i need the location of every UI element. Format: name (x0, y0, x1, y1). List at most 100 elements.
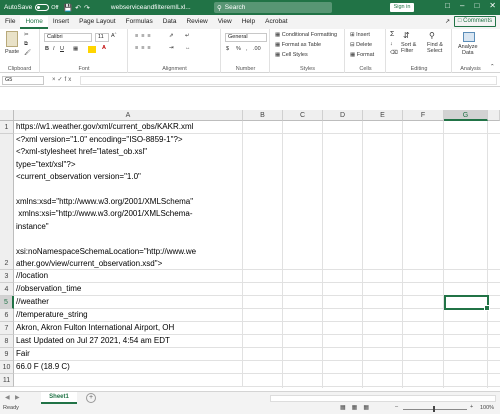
underline-icon[interactable]: U (60, 46, 64, 52)
enter-icon[interactable]: ✓ (58, 77, 65, 83)
row-header-9[interactable]: 9 (0, 348, 14, 361)
number-format-select[interactable]: General (225, 33, 267, 42)
sort-filter-label[interactable]: Sort & Filter (401, 42, 416, 54)
format-as-table-button[interactable]: ▦ Format as Table (275, 42, 321, 48)
cell-a4[interactable]: //observation_time (14, 283, 243, 296)
zoom-out-icon[interactable]: – (395, 404, 398, 410)
view-mode-icons[interactable]: ▦▦▦ (340, 404, 375, 411)
copy-icon[interactable]: ⧉ (24, 41, 28, 48)
row-header-7[interactable]: 7 (0, 322, 14, 335)
empty-cells-grid[interactable] (243, 121, 500, 388)
paste-label[interactable]: Paste (5, 49, 19, 55)
clear-icon[interactable]: ⌫ (390, 50, 398, 56)
tab-help[interactable]: Help (237, 16, 260, 29)
insert-button[interactable]: ⊞ Insert (350, 32, 370, 38)
zoom-level[interactable]: 100% (480, 405, 494, 411)
merge-center-icon[interactable]: ↔ (185, 45, 191, 51)
column-header-e[interactable]: E (363, 110, 403, 121)
column-header-h[interactable] (488, 110, 500, 121)
sheet-tab-sheet1[interactable]: Sheet1 (41, 392, 77, 404)
horizontal-align-icons[interactable]: ≡≡≡ (135, 45, 154, 51)
conditional-formatting-button[interactable]: ▦ Conditional Formatting (275, 32, 337, 38)
row-header-11[interactable]: 11 (0, 374, 14, 387)
cell-a1[interactable]: https://w1.weather.gov/xml/current_obs/K… (14, 121, 243, 134)
analyze-data-label[interactable]: Analyze Data (458, 44, 478, 56)
ribbon-display-icon[interactable]: □ (445, 1, 450, 10)
selected-cell-g5[interactable] (444, 295, 490, 311)
tab-formulas[interactable]: Formulas (121, 16, 158, 29)
comma-icon[interactable]: , (246, 46, 248, 52)
sign-in-button[interactable]: Sign in (390, 3, 414, 12)
tab-insert[interactable]: Insert (48, 16, 74, 29)
cell-a5[interactable]: //weather (14, 296, 243, 309)
add-sheet-button[interactable]: + (86, 393, 96, 403)
grow-font-icon[interactable]: Aˆ (111, 33, 117, 39)
column-header-f[interactable]: F (403, 110, 444, 121)
close-icon[interactable]: ✕ (489, 1, 496, 10)
tab-review[interactable]: Review (181, 16, 212, 29)
font-color-icon[interactable]: A (102, 45, 106, 51)
tab-acrobat[interactable]: Acrobat (260, 16, 292, 29)
zoom-in-icon[interactable]: + (470, 404, 473, 410)
column-header-b[interactable]: B (243, 110, 283, 121)
column-header-c[interactable]: C (283, 110, 323, 121)
italic-icon[interactable]: I (53, 46, 55, 52)
orientation-icon[interactable]: ⇗ (169, 33, 174, 39)
wrap-text-icon[interactable]: ↵ (185, 33, 190, 39)
cell-a6[interactable]: //temperature_string (14, 309, 243, 322)
percent-icon[interactable]: % (236, 46, 241, 52)
minimize-icon[interactable]: – (460, 1, 464, 10)
name-box[interactable]: G5 (2, 76, 44, 85)
prev-sheet-icon[interactable]: ◀ (5, 394, 10, 401)
fx-icon[interactable]: fx (65, 77, 74, 83)
tab-view[interactable]: View (213, 16, 237, 29)
find-select-icon[interactable]: ⚲ (429, 31, 435, 40)
comments-button[interactable]: □ Comments (454, 16, 496, 27)
maximize-icon[interactable]: □ (474, 1, 479, 10)
row-header-1[interactable]: 1 (0, 121, 14, 134)
cut-icon[interactable]: ✂ (24, 32, 29, 38)
tab-data[interactable]: Data (158, 16, 182, 29)
tab-home[interactable]: Home (20, 16, 48, 29)
quick-access-icons[interactable]: 💾↶↷ (63, 4, 92, 12)
decimal-icon[interactable]: .00 (253, 46, 261, 52)
search-box[interactable]: ⚲ Search (214, 2, 332, 13)
row-header-5[interactable]: 5 (0, 296, 14, 309)
borders-icon[interactable]: ▦ (73, 46, 78, 52)
fill-icon[interactable]: ↓ (390, 41, 393, 47)
cell-styles-button[interactable]: ▦ Cell Styles (275, 52, 308, 58)
row-header-8[interactable]: 8 (0, 335, 14, 348)
sort-filter-icon[interactable]: ⇵ (403, 31, 410, 40)
font-size-select[interactable]: 11 (95, 33, 109, 42)
row-header-6[interactable]: 6 (0, 309, 14, 322)
tab-page-layout[interactable]: Page Layout (74, 16, 121, 29)
formula-icons[interactable]: ×✓fx (52, 76, 73, 83)
column-header-a[interactable]: A (14, 110, 243, 121)
delete-button[interactable]: ⊟ Delete (350, 42, 372, 48)
cell-a3[interactable]: //location (14, 270, 243, 283)
next-sheet-icon[interactable]: ▶ (15, 394, 20, 401)
tab-file[interactable]: File (0, 16, 20, 29)
format-painter-icon[interactable]: 🖌 (24, 50, 31, 56)
share-button[interactable]: ↗ (445, 16, 450, 27)
cell-a2[interactable]: <?xml version="1.0" encoding="ISO-8859-1… (14, 134, 243, 270)
find-select-label[interactable]: Find & Select (427, 42, 443, 54)
paste-icon[interactable] (6, 31, 18, 47)
formula-input[interactable] (80, 76, 497, 85)
currency-icon[interactable]: $ (226, 46, 229, 52)
indent-icon[interactable]: ⇥ (169, 45, 174, 51)
autosave-toggle[interactable] (35, 4, 50, 11)
cell-a8[interactable]: Last Updated on Jul 27 2021, 4:54 am EDT (14, 335, 243, 348)
collapse-ribbon-icon[interactable]: ⌃ (490, 64, 495, 70)
zoom-slider[interactable]: – + (395, 404, 475, 412)
row-header-10[interactable]: 10 (0, 361, 14, 374)
bold-icon[interactable]: B (45, 46, 49, 52)
cell-a7[interactable]: Akron, Akron Fulton International Airpor… (14, 322, 243, 335)
zoom-thumb[interactable] (433, 406, 435, 412)
select-all-corner[interactable] (0, 110, 14, 121)
autosum-icon[interactable]: Σ (390, 31, 394, 38)
cell-a11[interactable] (14, 374, 243, 387)
cell-a9[interactable]: Fair (14, 348, 243, 361)
vertical-align-icons[interactable]: ≡≡≡ (135, 33, 154, 39)
horizontal-scrollbar[interactable] (270, 395, 496, 402)
